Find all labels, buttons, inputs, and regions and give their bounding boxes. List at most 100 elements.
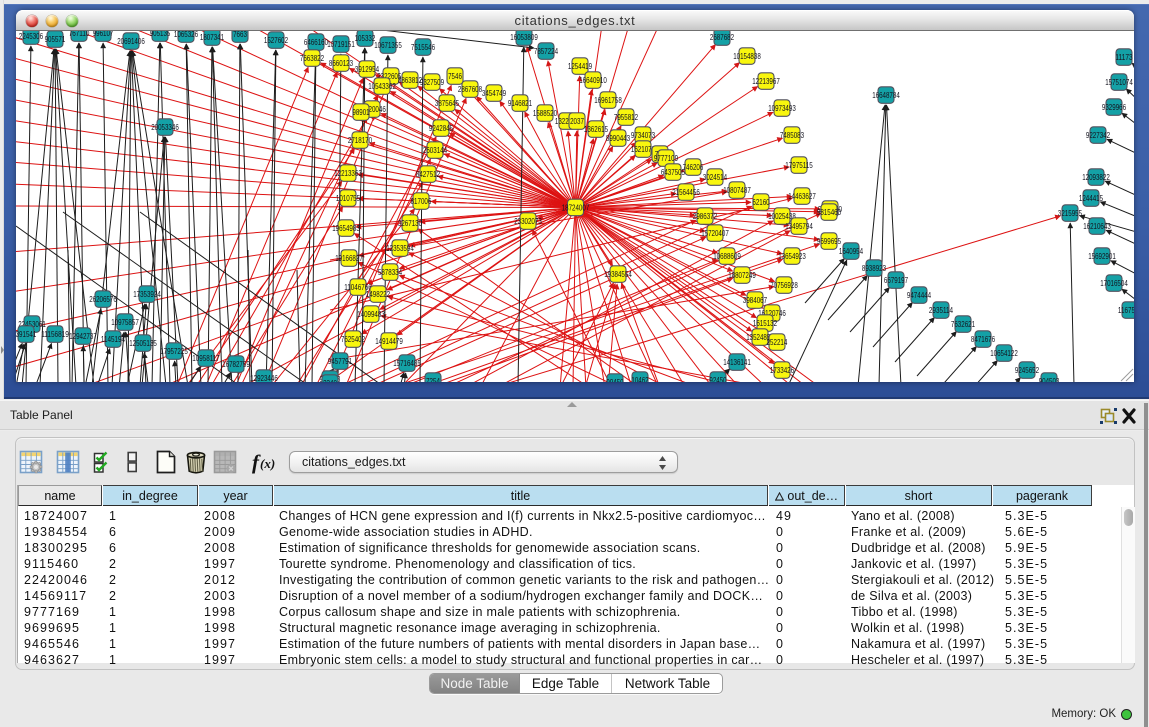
- svg-text:12942737: 12942737: [69, 332, 97, 341]
- svg-text:1588520: 1588520: [533, 109, 558, 118]
- svg-text:9327509: 9327509: [420, 78, 445, 87]
- svg-text:6679197: 6679197: [884, 276, 909, 285]
- svg-text:3454749: 3454749: [482, 89, 507, 98]
- svg-text:10719151: 10719151: [327, 40, 355, 49]
- svg-text:1254419: 1254419: [568, 62, 593, 71]
- svg-text:9245652: 9245652: [1015, 366, 1040, 375]
- svg-text:9227342: 9227342: [1086, 131, 1111, 140]
- svg-text:3912954: 3912954: [355, 65, 380, 74]
- svg-text:105332: 105332: [355, 34, 376, 43]
- svg-text:17016504: 17016504: [1100, 279, 1128, 288]
- svg-text:18724007: 18724007: [562, 204, 590, 213]
- svg-text:14463627: 14463627: [788, 192, 816, 201]
- svg-text:10973493: 10973493: [768, 104, 796, 113]
- svg-text:14099483: 14099483: [357, 310, 385, 319]
- svg-text:1640954: 1640954: [839, 247, 864, 256]
- svg-text:7485083: 7485083: [780, 131, 805, 140]
- svg-text:2037: 2037: [570, 117, 584, 126]
- svg-text:98901: 98901: [352, 108, 370, 117]
- svg-text:11156819: 11156819: [41, 330, 69, 339]
- svg-text:14914479: 14914479: [375, 337, 403, 346]
- svg-text:9242845: 9242845: [429, 124, 454, 133]
- svg-text:21564456: 21564456: [672, 188, 700, 197]
- svg-text:10543362: 10543362: [368, 82, 396, 91]
- svg-text:7546: 7546: [448, 72, 462, 81]
- svg-text:1145194: 1145194: [101, 335, 126, 344]
- svg-text:16210643: 16210643: [1083, 222, 1111, 231]
- svg-text:26206576: 26206576: [89, 295, 117, 304]
- svg-text:9815460: 9815460: [817, 208, 842, 217]
- svg-text:23302073: 23302073: [514, 217, 542, 226]
- svg-text:16053809: 16053809: [510, 33, 538, 42]
- svg-text:12505135: 12505135: [129, 339, 157, 348]
- svg-text:19384554: 19384554: [604, 270, 632, 279]
- svg-text:14136141: 14136141: [723, 358, 751, 367]
- svg-text:99450: 99450: [606, 378, 624, 382]
- svg-text:9734073: 9734073: [631, 131, 656, 140]
- svg-text:1065326: 1065326: [174, 31, 199, 39]
- svg-text:70756928: 70756928: [770, 281, 798, 290]
- svg-text:9777109: 9777109: [654, 154, 679, 163]
- svg-text:3267130: 3267130: [398, 219, 423, 228]
- svg-text:19166827: 19166827: [335, 254, 363, 263]
- svg-text:1527602: 1527602: [264, 36, 289, 45]
- svg-text:2718170: 2718170: [348, 136, 373, 145]
- svg-text:746206: 746206: [683, 163, 704, 172]
- svg-text:16648784: 16648784: [872, 91, 900, 100]
- svg-text:8471676: 8471676: [971, 335, 996, 344]
- svg-text:7254: 7254: [426, 377, 440, 382]
- svg-text:7515546: 7515546: [411, 43, 436, 52]
- svg-text:15692901: 15692901: [1088, 252, 1116, 261]
- svg-text:16961758: 16961758: [594, 96, 622, 105]
- svg-text:1733426: 1733426: [770, 366, 795, 375]
- svg-text:(x): (x): [260, 456, 275, 471]
- svg-text:15751074: 15751074: [1105, 78, 1133, 87]
- svg-text:16640910: 16640910: [579, 76, 607, 85]
- svg-text:767110: 767110: [69, 31, 90, 38]
- svg-text:19654983: 19654983: [332, 224, 360, 233]
- svg-text:8990443: 8990443: [606, 134, 631, 143]
- svg-text:905571: 905571: [45, 35, 66, 44]
- svg-text:2935114: 2935114: [929, 306, 954, 315]
- svg-text:92450: 92450: [709, 376, 727, 382]
- svg-text:3215955: 3215955: [1058, 209, 1083, 218]
- svg-text:9474444: 9474444: [907, 291, 932, 300]
- svg-text:252214: 252214: [767, 338, 788, 347]
- svg-text:62160: 62160: [752, 198, 770, 207]
- svg-text:3340: 3340: [323, 379, 337, 382]
- svg-text:12923446: 12923446: [250, 374, 278, 382]
- svg-text:1010755: 1010755: [336, 194, 361, 203]
- svg-text:7625402: 7625402: [341, 335, 366, 344]
- svg-text:17957225: 17957225: [160, 347, 188, 356]
- svg-text:391541: 391541: [16, 330, 37, 339]
- svg-text:20053346: 20053346: [151, 123, 179, 132]
- svg-text:996107: 996107: [93, 31, 114, 38]
- svg-text:10671355: 10671355: [374, 41, 402, 50]
- svg-text:1167534: 1167534: [1118, 306, 1134, 315]
- svg-text:1615132: 1615132: [753, 319, 778, 328]
- svg-text:7663822: 7663822: [300, 54, 325, 63]
- svg-text:18807249: 18807249: [728, 271, 756, 280]
- svg-text:11173: 11173: [1115, 53, 1133, 62]
- svg-text:12093822: 12093822: [1082, 173, 1110, 182]
- svg-text:17353924: 17353924: [133, 290, 161, 299]
- svg-text:2687682: 2687682: [710, 33, 735, 42]
- svg-text:12213967: 12213967: [752, 77, 780, 86]
- svg-text:13654923: 13654923: [778, 252, 806, 261]
- svg-text:2867608: 2867608: [458, 85, 483, 94]
- svg-text:7857224: 7857224: [534, 47, 559, 56]
- svg-text:15716485: 15716485: [393, 359, 421, 368]
- svg-text:16782759: 16782759: [222, 360, 250, 369]
- svg-text:13495794: 13495794: [785, 222, 813, 231]
- svg-text:1362615: 1362615: [584, 125, 609, 134]
- svg-text:905135: 905135: [150, 31, 171, 38]
- svg-text:2245306: 2245306: [19, 32, 44, 41]
- svg-text:10975857: 10975857: [111, 318, 139, 327]
- svg-text:8863812: 8863812: [398, 76, 423, 85]
- svg-text:6466160: 6466160: [304, 38, 329, 47]
- svg-text:8938923: 8938923: [862, 264, 887, 273]
- svg-text:15720407: 15720407: [701, 229, 729, 238]
- svg-text:12353594: 12353594: [386, 244, 414, 253]
- svg-text:10654122: 10654122: [990, 349, 1018, 358]
- svg-text:10958117: 10958117: [192, 354, 220, 363]
